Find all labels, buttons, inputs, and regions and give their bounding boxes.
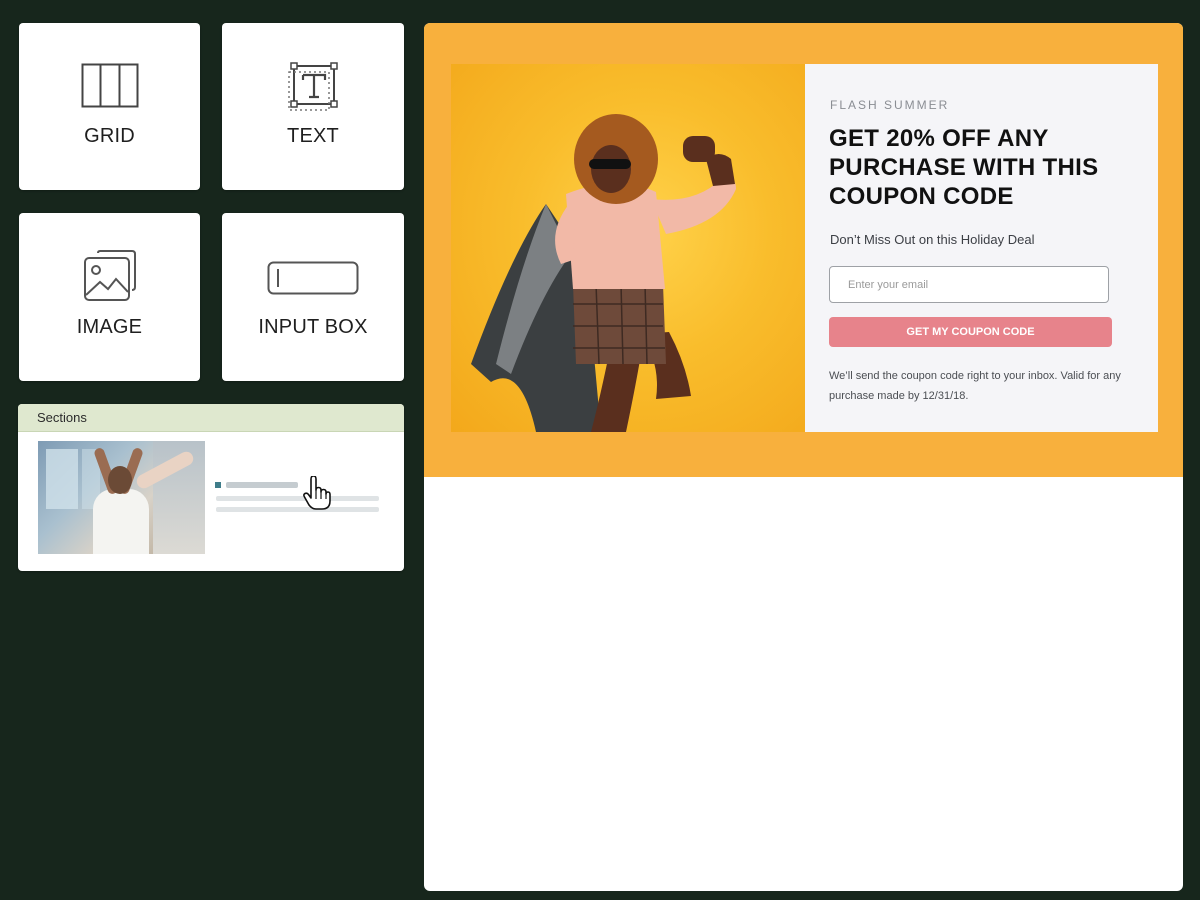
hero-image[interactable]	[451, 64, 805, 432]
section-bullet	[215, 482, 221, 488]
image-icon	[83, 250, 136, 301]
email-field[interactable]	[829, 266, 1109, 303]
offer-subtitle: Don’t Miss Out on this Holiday Deal	[830, 232, 1035, 247]
sections-panel: Sections	[18, 404, 404, 571]
get-coupon-button[interactable]: GET MY COUPON CODE	[829, 317, 1112, 347]
text-tile-label: TEXT	[287, 125, 339, 147]
empty-canvas-area[interactable]	[424, 477, 1183, 891]
section-placeholder-line	[216, 507, 379, 512]
grid-element-tile[interactable]: GRID	[19, 23, 200, 190]
image-element-tile[interactable]: IMAGE	[19, 213, 200, 381]
hand-cursor-icon	[303, 476, 331, 510]
input-box-element-tile[interactable]: INPUT BOX	[222, 213, 404, 381]
offer-headline: GET 20% OFF ANY PURCHASE WITH THIS COUPO…	[829, 125, 1099, 210]
input-box-icon	[267, 261, 359, 295]
text-icon	[288, 62, 338, 111]
page-canvas: FLASH SUMMER GET 20% OFF ANY PURCHASE WI…	[424, 23, 1183, 891]
sections-header: Sections	[18, 404, 404, 432]
section-placeholder-line	[216, 496, 379, 501]
offer-card: FLASH SUMMER GET 20% OFF ANY PURCHASE WI…	[805, 64, 1158, 432]
image-tile-label: IMAGE	[76, 316, 143, 338]
grid-tile-label: GRID	[84, 125, 135, 147]
model-photo	[471, 114, 736, 432]
offer-eyebrow: FLASH SUMMER	[830, 98, 950, 112]
input-box-tile-label: INPUT BOX	[258, 316, 368, 338]
offer-note: We’ll send the coupon code right to your…	[829, 370, 1121, 402]
section-thumbnail[interactable]	[38, 441, 205, 554]
coupon-banner-section[interactable]: FLASH SUMMER GET 20% OFF ANY PURCHASE WI…	[424, 23, 1183, 477]
text-element-tile[interactable]: TEXT	[222, 23, 404, 190]
section-placeholder-title	[226, 482, 298, 488]
grid-icon	[81, 63, 138, 108]
